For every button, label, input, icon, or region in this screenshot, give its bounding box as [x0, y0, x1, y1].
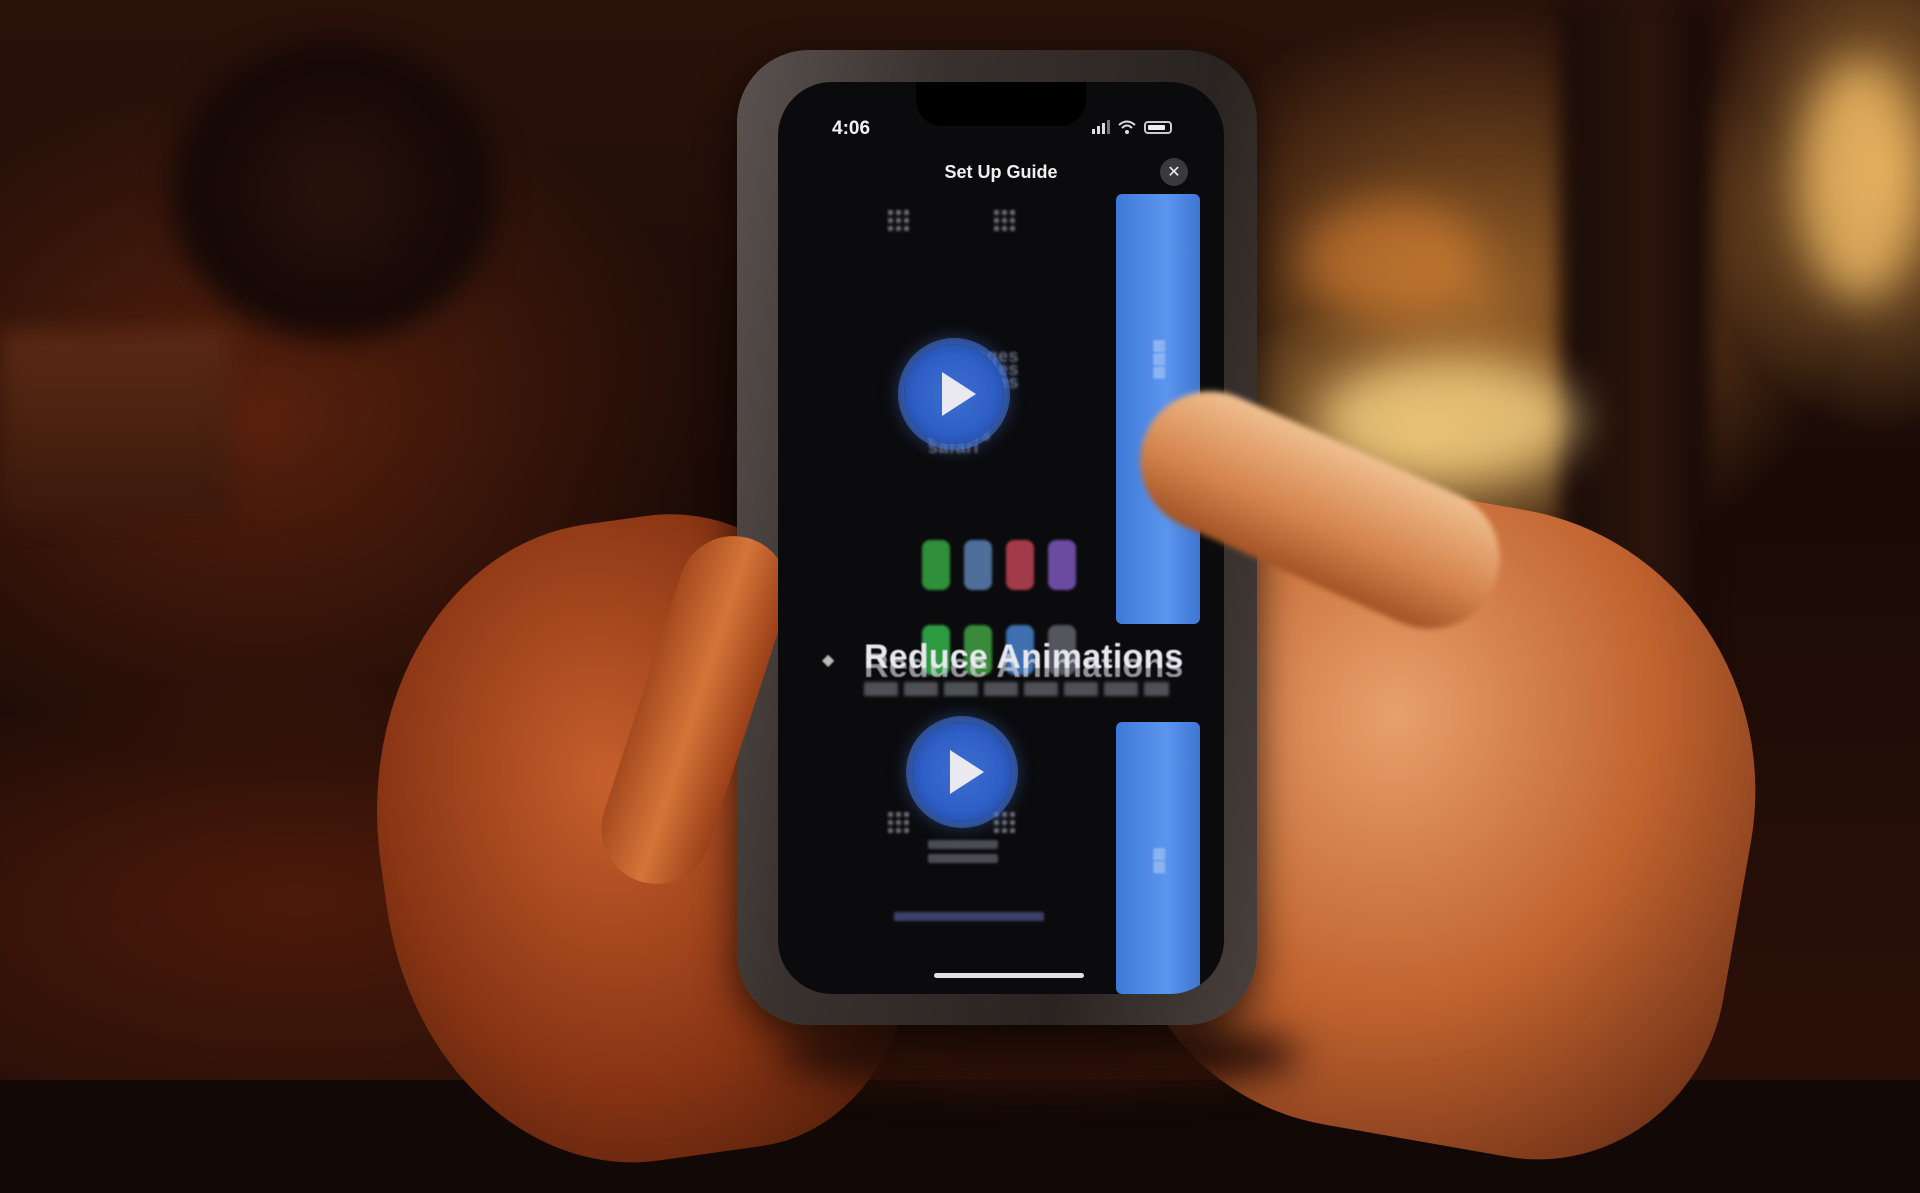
- app-name: safari: [928, 437, 980, 457]
- grid-icon: [888, 210, 909, 231]
- blurred-speaker: [170, 40, 500, 340]
- fire-glow: [1300, 200, 1480, 320]
- app-tile: [1048, 540, 1076, 590]
- home-indicator[interactable]: [934, 973, 1084, 978]
- side-card-label: ▤▤: [1152, 847, 1169, 874]
- app-row: [922, 540, 1076, 590]
- grid-icon: [994, 210, 1015, 231]
- play-button[interactable]: [904, 344, 1004, 444]
- phone-screen: 4:06 Set Up Guide ✕ messages messages me…: [778, 82, 1224, 994]
- close-icon: ✕: [1167, 164, 1181, 181]
- grid-icon: [888, 812, 909, 833]
- section-subtitle: [864, 682, 1169, 696]
- placeholder-line: [928, 840, 998, 849]
- grid-icon: [994, 812, 1015, 833]
- side-card-label: ▤▤▤: [1152, 339, 1169, 380]
- placeholder-line: [928, 854, 998, 863]
- app-tile: [964, 540, 992, 590]
- play-button[interactable]: [912, 722, 1012, 822]
- placeholder-line: [894, 912, 1044, 921]
- play-icon: [950, 750, 984, 794]
- next-card-preview-2[interactable]: ▤▤: [1116, 722, 1200, 994]
- battery-icon: [1144, 120, 1172, 134]
- fire-glow: [1800, 60, 1920, 300]
- close-button[interactable]: ✕: [1160, 158, 1188, 186]
- status-time: 4:06: [832, 118, 871, 139]
- app-tile: [1006, 540, 1034, 590]
- section-title: Reduce Animations: [864, 638, 1184, 676]
- wifi-icon: [1118, 120, 1136, 134]
- status-icons: [1092, 120, 1172, 134]
- play-icon: [942, 372, 976, 416]
- notch: [916, 82, 1086, 126]
- page-title: Set Up Guide: [944, 162, 1058, 182]
- blurred-shelf: [0, 330, 230, 520]
- signal-icon: [1092, 120, 1110, 134]
- app-tile: [922, 540, 950, 590]
- section-icon: ◆: [822, 652, 835, 669]
